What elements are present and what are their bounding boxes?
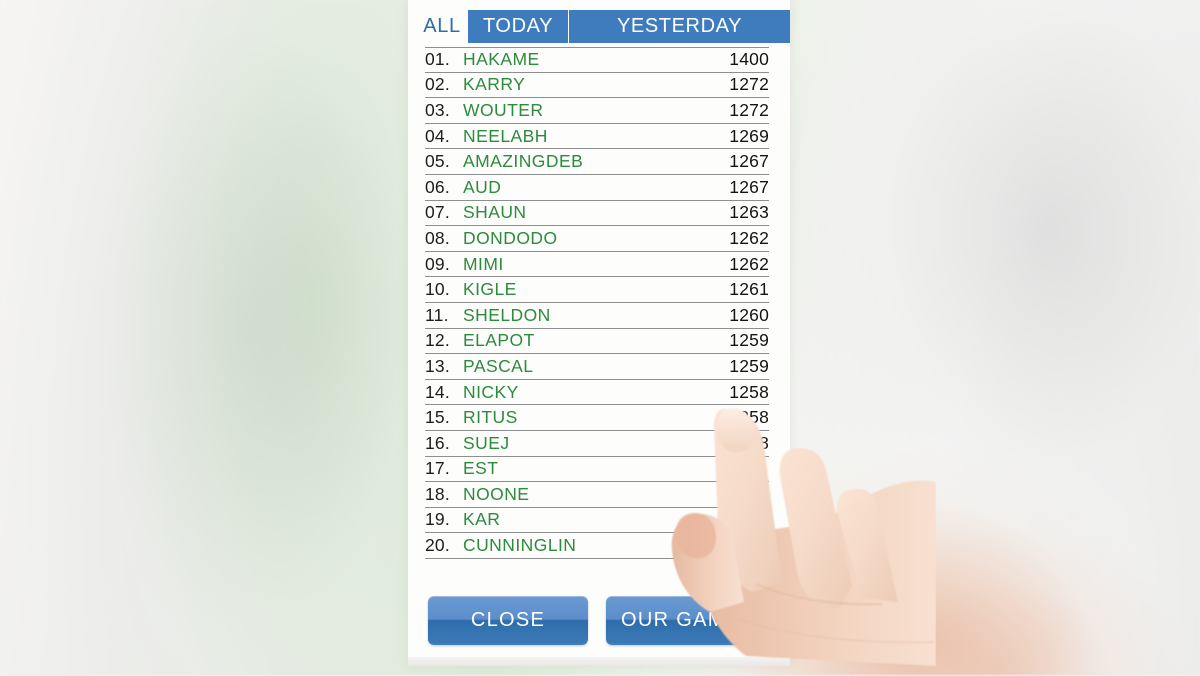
row-rank: 05.	[425, 151, 463, 172]
row-player-name: NOONE	[463, 484, 761, 505]
tab-today[interactable]: TODAY	[468, 10, 568, 43]
row-score: 1259	[721, 356, 769, 377]
row-score: 1260	[721, 305, 769, 326]
row-player-name: KAR	[463, 509, 761, 530]
row-rank: 09.	[425, 254, 463, 275]
row-rank: 20.	[425, 535, 463, 556]
row-score: 1258	[721, 382, 769, 403]
leaderboard-row[interactable]: 16.SUEJ1258	[425, 431, 769, 457]
tab-bar: ALL TODAY YESTERDAY	[408, 0, 790, 43]
row-rank: 02.	[425, 74, 463, 95]
row-rank: 16.	[425, 433, 463, 454]
leaderboard-row[interactable]: 04.NEELABH1269	[425, 124, 769, 150]
our-games-button[interactable]: OUR GAMES	[606, 596, 770, 645]
row-rank: 06.	[425, 177, 463, 198]
leaderboard-row[interactable]: 09.MIMI1262	[425, 252, 769, 278]
row-rank: 12.	[425, 330, 463, 351]
row-score: 1272	[721, 100, 769, 121]
row-score: 1267	[721, 177, 769, 198]
close-button[interactable]: CLOSE	[428, 596, 588, 645]
leaderboard-row[interactable]: 05.AMAZINGDEB1267	[425, 149, 769, 175]
row-score: 1259	[721, 330, 769, 351]
row-rank: 17.	[425, 458, 463, 479]
row-rank: 10.	[425, 279, 463, 300]
row-score: 1258	[721, 407, 769, 428]
row-player-name: SHELDON	[463, 305, 721, 326]
row-player-name: CUNNINGLIN	[463, 535, 761, 556]
row-player-name: RITUS	[463, 407, 721, 428]
tab-yesterday[interactable]: YESTERDAY	[569, 10, 790, 43]
row-score: 1262	[721, 228, 769, 249]
row-player-name: SHAUN	[463, 202, 721, 223]
leaderboard-row[interactable]: 18.NOONE	[425, 482, 769, 508]
row-player-name: ELAPOT	[463, 330, 721, 351]
row-score: 1262	[721, 254, 769, 275]
leaderboard-row[interactable]: 17.EST	[425, 457, 769, 483]
leaderboard-row[interactable]: 19.KAR	[425, 508, 769, 534]
row-rank: 11.	[425, 305, 463, 326]
row-player-name: WOUTER	[463, 100, 721, 121]
row-rank: 07.	[425, 202, 463, 223]
row-score: 1269	[721, 126, 769, 147]
row-score: 1263	[721, 202, 769, 223]
leaderboard-row[interactable]: 03.WOUTER1272	[425, 98, 769, 124]
tab-all[interactable]: ALL	[416, 10, 468, 43]
row-score: 1272	[721, 74, 769, 95]
leaderboard-row[interactable]: 06.AUD1267	[425, 175, 769, 201]
row-player-name: AUD	[463, 177, 721, 198]
row-player-name: EST	[463, 458, 761, 479]
row-rank: 18.	[425, 484, 463, 505]
row-rank: 03.	[425, 100, 463, 121]
row-player-name: SUEJ	[463, 433, 721, 454]
leaderboard-row[interactable]: 20.CUNNINGLIN	[425, 533, 769, 559]
row-player-name: NEELABH	[463, 126, 721, 147]
row-player-name: DONDODO	[463, 228, 721, 249]
row-score: 1400	[721, 49, 769, 70]
leaderboard-row[interactable]: 02.KARRY1272	[425, 73, 769, 99]
row-rank: 14.	[425, 382, 463, 403]
row-player-name: MIMI	[463, 254, 721, 275]
leaderboard-row[interactable]: 13.PASCAL1259	[425, 354, 769, 380]
row-rank: 19.	[425, 509, 463, 530]
leaderboard-row[interactable]: 01.HAKAME1400	[425, 47, 769, 73]
leaderboard-list[interactable]: 01.HAKAME140002.KARRY127203.WOUTER127204…	[425, 47, 769, 559]
row-player-name: KIGLE	[463, 279, 721, 300]
leaderboard-row[interactable]: 12.ELAPOT1259	[425, 329, 769, 355]
row-player-name: NICKY	[463, 382, 721, 403]
row-rank: 04.	[425, 126, 463, 147]
highscore-popup-panel: ALL TODAY YESTERDAY 01.HAKAME140002.KARR…	[408, 0, 790, 666]
row-rank: 13.	[425, 356, 463, 377]
leaderboard-row[interactable]: 11.SHELDON1260	[425, 303, 769, 329]
row-player-name: HAKAME	[463, 49, 721, 70]
row-player-name: KARRY	[463, 74, 721, 95]
row-rank: 15.	[425, 407, 463, 428]
leaderboard-row[interactable]: 15.RITUS1258	[425, 405, 769, 431]
row-player-name: PASCAL	[463, 356, 721, 377]
row-rank: 01.	[425, 49, 463, 70]
row-score: 1258	[721, 433, 769, 454]
row-score: 1261	[721, 279, 769, 300]
leaderboard-row[interactable]: 08.DONDODO1262	[425, 226, 769, 252]
leaderboard-row[interactable]: 07.SHAUN1263	[425, 201, 769, 227]
button-row: CLOSE OUR GAMES	[408, 596, 790, 645]
leaderboard-row[interactable]: 14.NICKY1258	[425, 380, 769, 406]
row-score: 1267	[721, 151, 769, 172]
row-player-name: AMAZINGDEB	[463, 151, 721, 172]
row-rank: 08.	[425, 228, 463, 249]
leaderboard-row[interactable]: 10.KIGLE1261	[425, 277, 769, 303]
